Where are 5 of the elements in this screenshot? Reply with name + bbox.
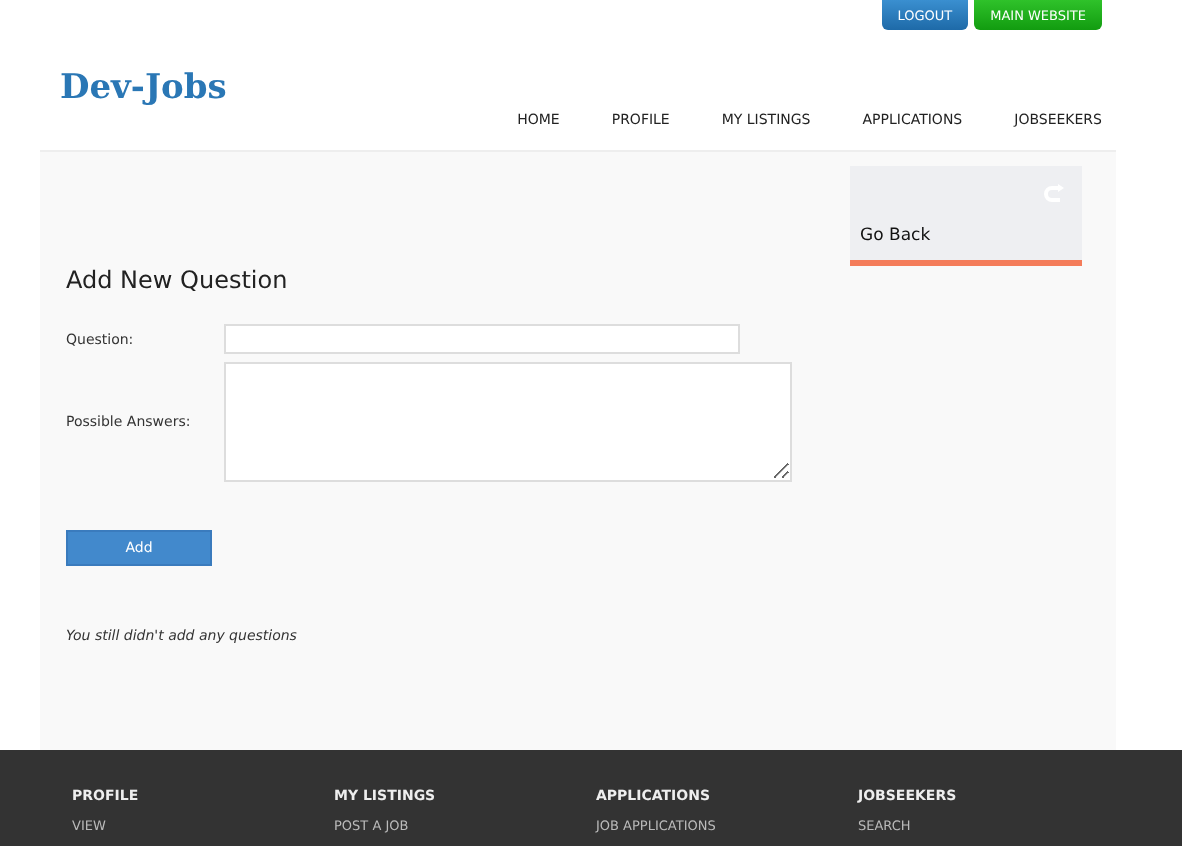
answers-field[interactable] [224,362,792,482]
page-heading: Add New Question [66,266,290,294]
site-logo[interactable]: Dev-Jobs [60,68,227,108]
go-back-tile[interactable]: Go Back [850,166,1082,266]
question-field[interactable] [224,324,740,354]
